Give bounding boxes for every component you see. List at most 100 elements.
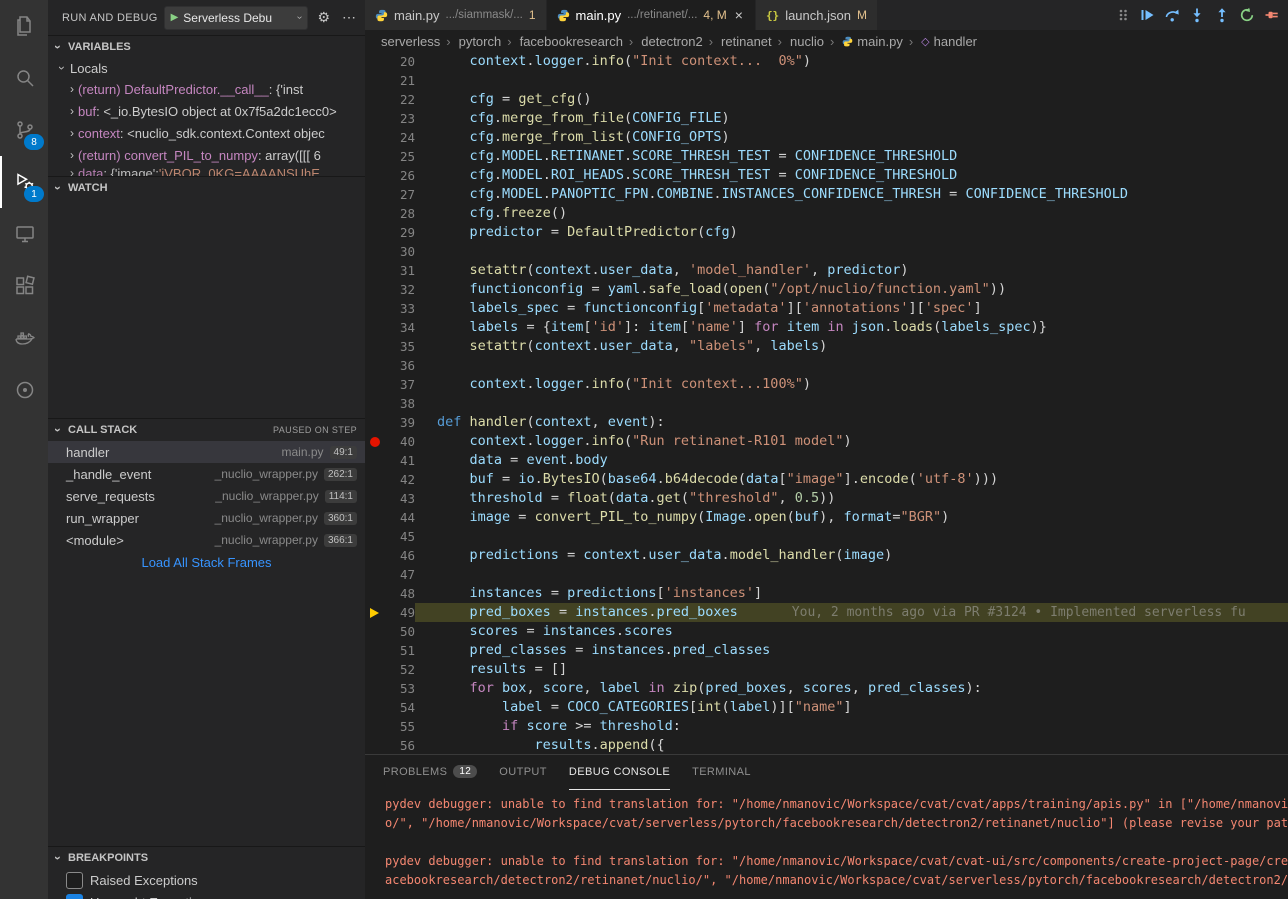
gutter-margin[interactable] [365, 185, 385, 204]
code-line[interactable]: 28 cfg.freeze() [365, 204, 1288, 223]
breadcrumb-item[interactable]: pytorch [444, 34, 503, 49]
code-line[interactable]: 48 instances = predictions['instances'] [365, 584, 1288, 603]
line-number[interactable]: 24 [385, 128, 415, 147]
code-line[interactable]: 33 labels_spec = functionconfig['metadat… [365, 299, 1288, 318]
code-line[interactable]: 41 data = event.body [365, 451, 1288, 470]
load-all-stack-frames-link[interactable]: Load All Stack Frames [48, 551, 365, 574]
code-line[interactable]: 22 cfg = get_cfg() [365, 90, 1288, 109]
line-number[interactable]: 29 [385, 223, 415, 242]
code-line[interactable]: 24 cfg.merge_from_list(CONFIG_OPTS) [365, 128, 1288, 147]
callstack-frame[interactable]: <module>_nuclio_wrapper.py366:1 [48, 529, 365, 551]
disconnect-icon[interactable] [1264, 7, 1280, 23]
step-out-icon[interactable] [1214, 7, 1230, 23]
variables-section-header[interactable]: › VARIABLES [48, 35, 365, 58]
extension-misc-icon[interactable] [0, 364, 48, 416]
more-actions-icon[interactable]: ⋯ [339, 9, 359, 26]
gutter-margin[interactable] [365, 413, 385, 432]
gutter-margin[interactable] [365, 717, 385, 736]
gutter-margin[interactable] [365, 147, 385, 166]
callstack-frame[interactable]: run_wrapper_nuclio_wrapper.py360:1 [48, 507, 365, 529]
chevron-right-icon[interactable]: › [66, 148, 78, 162]
source-control-icon[interactable]: 8 [0, 104, 48, 156]
gutter-margin[interactable] [365, 318, 385, 337]
code-line[interactable]: 20 context.logger.info("Init context... … [365, 52, 1288, 71]
code-line[interactable]: 25 cfg.MODEL.RETINANET.SCORE_THRESH_TEST… [365, 147, 1288, 166]
gutter-margin[interactable] [365, 584, 385, 603]
start-debug-icon[interactable]: ▶ [171, 12, 179, 23]
gutter-margin[interactable] [365, 641, 385, 660]
remote-explorer-icon[interactable] [0, 208, 48, 260]
gutter-margin[interactable] [365, 432, 385, 451]
line-number[interactable]: 48 [385, 584, 415, 603]
tab-problems[interactable]: PROBLEMS 12 [383, 755, 477, 790]
chevron-right-icon[interactable]: › [66, 104, 78, 118]
line-number[interactable]: 36 [385, 356, 415, 375]
line-number[interactable]: 40 [385, 432, 415, 451]
step-over-icon[interactable] [1164, 7, 1180, 23]
explorer-icon[interactable] [0, 0, 48, 52]
variable-row[interactable]: ›context: <nuclio_sdk.context.Context ob… [48, 122, 365, 144]
gutter-margin[interactable] [365, 470, 385, 489]
breakpoint-raised-exceptions[interactable]: Raised Exceptions [48, 869, 365, 891]
code-line[interactable]: 52 results = [] [365, 660, 1288, 679]
gutter-margin[interactable] [365, 698, 385, 717]
line-number[interactable]: 39 [385, 413, 415, 432]
call-stack-section-header[interactable]: › CALL STACK PAUSED ON STEP [48, 418, 365, 441]
gear-icon[interactable]: ⚙ [314, 9, 333, 26]
line-number[interactable]: 33 [385, 299, 415, 318]
variable-row[interactable]: ›buf: <_io.BytesIO object at 0x7f5a2dc1e… [48, 100, 365, 122]
gutter-margin[interactable] [365, 242, 385, 261]
step-into-icon[interactable] [1189, 7, 1205, 23]
line-number[interactable]: 37 [385, 375, 415, 394]
breadcrumb-item[interactable]: retinanet [707, 34, 774, 49]
breadcrumb-item[interactable]: detectron2 [627, 34, 705, 49]
code-line[interactable]: 39def handler(context, event): [365, 413, 1288, 432]
callstack-frame[interactable]: _handle_event_nuclio_wrapper.py262:1 [48, 463, 365, 485]
code-line[interactable]: 51 pred_classes = instances.pred_classes [365, 641, 1288, 660]
line-number[interactable]: 23 [385, 109, 415, 128]
line-number[interactable]: 45 [385, 527, 415, 546]
code-line[interactable]: 21 [365, 71, 1288, 90]
gutter-margin[interactable] [365, 90, 385, 109]
code-line[interactable]: 56 results.append({ [365, 736, 1288, 754]
gutter-margin[interactable] [365, 223, 385, 242]
chevron-right-icon[interactable]: › [66, 166, 78, 176]
gutter-margin[interactable] [365, 603, 385, 622]
line-number[interactable]: 28 [385, 204, 415, 223]
debug-config-dropdown[interactable]: ▶ Serverless Debu › [164, 6, 309, 30]
restart-icon[interactable] [1239, 7, 1255, 23]
code-line[interactable]: 37 context.logger.info("Init context...1… [365, 375, 1288, 394]
line-number[interactable]: 21 [385, 71, 415, 90]
gutter-margin[interactable] [365, 71, 385, 90]
gutter-margin[interactable] [365, 394, 385, 413]
code-line[interactable]: 36 [365, 356, 1288, 375]
code-line[interactable]: 38 [365, 394, 1288, 413]
checkbox-unchecked[interactable] [66, 872, 83, 889]
gutter-margin[interactable] [365, 660, 385, 679]
code-line[interactable]: 46 predictions = context.user_data.model… [365, 546, 1288, 565]
gutter-margin[interactable] [365, 280, 385, 299]
gutter-margin[interactable] [365, 356, 385, 375]
line-number[interactable]: 42 [385, 470, 415, 489]
gutter-margin[interactable] [365, 736, 385, 754]
line-number[interactable]: 53 [385, 679, 415, 698]
line-number[interactable]: 38 [385, 394, 415, 413]
tab-main-py-siammask[interactable]: main.py .../siammask/... 1 [365, 0, 547, 30]
gutter-margin[interactable] [365, 204, 385, 223]
code-line[interactable]: 43 threshold = float(data.get("threshold… [365, 489, 1288, 508]
line-number[interactable]: 35 [385, 337, 415, 356]
code-line[interactable]: 53 for box, score, label in zip(pred_box… [365, 679, 1288, 698]
line-number[interactable]: 54 [385, 698, 415, 717]
gutter-margin[interactable] [365, 527, 385, 546]
gutter-margin[interactable] [365, 52, 385, 71]
line-number[interactable]: 55 [385, 717, 415, 736]
gutter-margin[interactable] [365, 546, 385, 565]
docker-icon[interactable] [0, 312, 48, 364]
gutter-margin[interactable] [365, 337, 385, 356]
tab-main-py-retinanet[interactable]: main.py .../retinanet/... 4, M × [547, 0, 756, 30]
gutter-margin[interactable] [365, 109, 385, 128]
line-number[interactable]: 43 [385, 489, 415, 508]
breakpoint-uncaught-exceptions[interactable]: ✓ Uncaught Exceptions [48, 891, 365, 899]
breadcrumb-item[interactable]: nuclio [776, 34, 826, 49]
code-line[interactable]: 32 functionconfig = yaml.safe_load(open(… [365, 280, 1288, 299]
